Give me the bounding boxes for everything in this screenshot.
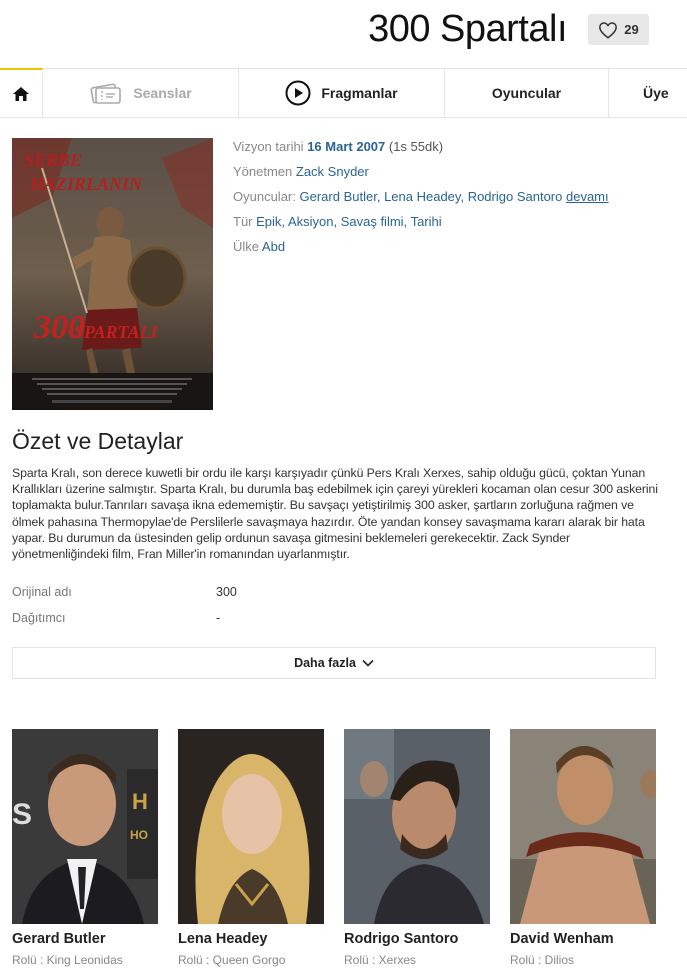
cast-name[interactable]: Lena Headey (178, 931, 324, 947)
cast-card[interactable]: Lena Headey Rolü : Queen Gorgo (178, 729, 324, 967)
genre-link[interactable]: Savaş filmi, (341, 214, 407, 229)
cast-name[interactable]: David Wenham (510, 931, 656, 947)
more-button-label: Daha fazla (294, 656, 356, 670)
svg-text:H: H (132, 789, 148, 814)
director-link[interactable]: Zack Snyder (296, 164, 369, 179)
tickets-icon (90, 83, 122, 104)
actor-link[interactable]: Gerard Butler, (300, 189, 381, 204)
cast-name[interactable]: Gerard Butler (12, 931, 158, 947)
genre-row: Tür Epik, Aksiyon, Savaş filmi, Tarihi (233, 214, 442, 229)
cast-list: H HO S Gerard Butler Rolü : King Leonida… (12, 729, 682, 972)
cast-role: Rolü : Dilios (510, 953, 575, 967)
tab-label: Oyuncular (491, 85, 562, 101)
actors-more-link[interactable]: devamı (566, 189, 609, 204)
play-icon (285, 80, 311, 106)
heart-icon (599, 21, 618, 39)
actors-row: Oyuncular: Gerard Butler, Lena Headey, R… (233, 189, 609, 204)
cast-role: Rolü : Xerxes (344, 953, 417, 967)
detail-key: Dağıtımcı (12, 611, 66, 625)
cast-photo[interactable] (510, 729, 656, 924)
cast-role: Rolü : Queen Gorgo (178, 953, 286, 967)
chevron-down-icon (362, 659, 374, 667)
like-count: 29 (624, 22, 639, 37)
detail-value: - (216, 611, 221, 625)
poster-tagline-2: HAZIRLANIN (29, 174, 143, 194)
svg-text:HO: HO (130, 828, 148, 842)
svg-text:S: S (12, 798, 32, 831)
release-date[interactable]: 16 Mart 2007 (307, 139, 385, 154)
tab-label: Seanslar (133, 85, 192, 101)
page-title: 300 Spartalı (368, 8, 567, 50)
cast-card[interactable]: Rodrigo Santoro Rolü : Xerxes (344, 729, 490, 967)
genre-link[interactable]: Tarihi (411, 214, 442, 229)
duration: (1s 55dk) (388, 139, 444, 154)
country-row: Ülke Abd (233, 239, 286, 254)
actor-link[interactable]: Rodrigo Santoro (468, 189, 563, 204)
genre-link[interactable]: Epik, (256, 214, 285, 229)
tab-oyuncular[interactable]: Oyuncular (445, 69, 609, 117)
detail-value: 300 (216, 585, 237, 599)
detail-distributor: Dağıtımcı - (12, 611, 612, 625)
home-icon (13, 86, 29, 101)
more-details-button[interactable]: Daha fazla (12, 647, 656, 679)
tab-home[interactable] (0, 68, 43, 117)
movie-poster[interactable]: SERBE HAZIRLANIN 300 SPARTALI (12, 138, 213, 410)
header: 300 Spartalı 29 (0, 0, 687, 68)
detail-key: Orijinal adı (12, 585, 72, 599)
release-row: Vizyon tarihi 16 Mart 2007 (1s 55dk) (233, 139, 444, 154)
tab-label: Üye (643, 85, 669, 101)
cast-name[interactable]: Rodrigo Santoro (344, 931, 490, 947)
country-link[interactable]: Abd (262, 239, 285, 254)
movie-info: Vizyon tarihi 16 Mart 2007 (1s 55dk) Yön… (233, 138, 673, 263)
summary-text: Sparta Kralı, son derece kuwetli bir ord… (12, 466, 658, 562)
like-button[interactable]: 29 (588, 14, 649, 45)
poster-tagline-1: SERBE (24, 150, 82, 170)
detail-original-title: Orijinal adı 300 (12, 585, 612, 599)
director-row: Yönetmen Zack Snyder (233, 164, 369, 179)
tab-label: Fragmanlar (321, 85, 398, 101)
cast-photo[interactable]: H HO S (12, 729, 158, 924)
cast-photo[interactable] (178, 729, 324, 924)
tab-uye[interactable]: Üye (609, 69, 687, 117)
actor-link[interactable]: Lena Headey, (384, 189, 464, 204)
tab-seanslar[interactable]: Seanslar (43, 69, 239, 117)
tab-navigation: Seanslar Fragmanlar Oyuncular Üye (0, 68, 687, 118)
cast-card[interactable]: David Wenham Rolü : Dilios (510, 729, 656, 967)
cast-photo[interactable] (344, 729, 490, 924)
cast-card[interactable]: H HO S Gerard Butler Rolü : King Leonida… (12, 729, 158, 967)
tab-fragmanlar[interactable]: Fragmanlar (239, 69, 445, 117)
cast-role: Rolü : King Leonidas (12, 953, 123, 967)
summary-heading: Özet ve Detaylar (12, 428, 184, 454)
genre-link[interactable]: Aksiyon, (288, 214, 337, 229)
poster-logo-spartali: SPARTALI (74, 322, 159, 342)
